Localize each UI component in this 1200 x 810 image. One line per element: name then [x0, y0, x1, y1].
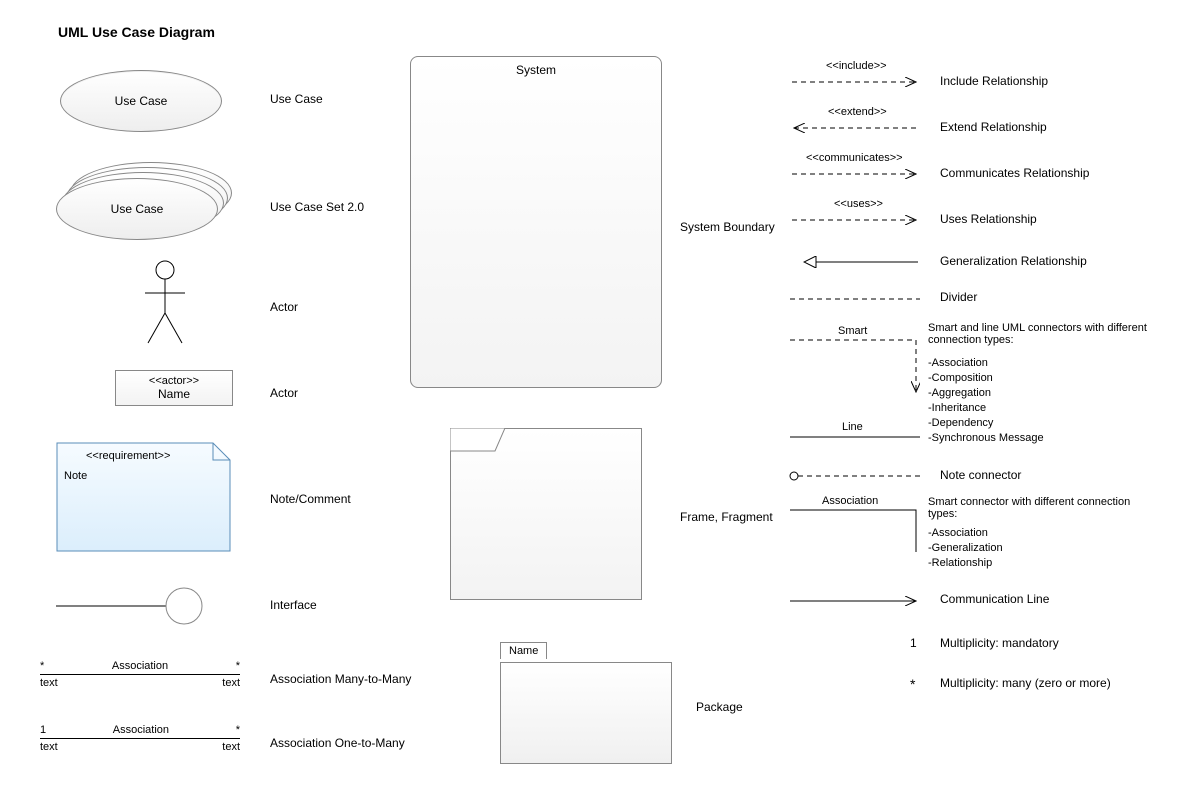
list-item: -Relationship [928, 556, 1003, 571]
mult-many-label: Multiplicity: many (zero or more) [940, 676, 1111, 690]
package: Name [500, 642, 670, 762]
mult-mandatory-label: Multiplicity: mandatory [940, 636, 1059, 650]
assoc-mm-label: Association Many-to-Many [270, 672, 411, 686]
list-item: -Association [928, 526, 1003, 541]
use-case-set-label: Use Case Set 2.0 [270, 200, 364, 214]
actor-box-label: Actor [270, 386, 298, 400]
list-item: -Composition [928, 371, 1044, 386]
frame-tab-icon [450, 428, 510, 452]
association-connector-icon [790, 502, 920, 554]
assoc-mm-starL: * [40, 660, 44, 672]
include-arrow-icon [790, 72, 920, 92]
note-label: Note/Comment [270, 492, 351, 506]
package-name: Name [500, 642, 547, 659]
communication-line-icon [790, 594, 920, 608]
assoc-om-one: 1 [40, 724, 46, 736]
mult-mandatory-symbol: 1 [910, 636, 917, 650]
actor-box: <<actor>> Name [115, 370, 233, 406]
extend-label: Extend Relationship [940, 120, 1047, 134]
assoc-conn-intro: Smart connector with different connectio… [928, 496, 1158, 520]
note-stereo: <<requirement>> [86, 450, 170, 462]
smart-intro: Smart and line UML connectors with diffe… [928, 322, 1158, 346]
assoc-om-word: Association [113, 724, 169, 736]
system-boundary-label: System Boundary [680, 220, 775, 234]
system-boundary: System [410, 56, 662, 388]
include-label: Include Relationship [940, 74, 1048, 88]
use-case-label: Use Case [270, 92, 323, 106]
actor-name: Name [124, 387, 224, 401]
note-connector-icon [788, 470, 922, 482]
line-connector-icon [790, 432, 920, 442]
assoc-one-many: 1 Association * text text [40, 724, 240, 753]
communication-line-label: Communication Line [940, 592, 1049, 606]
mult-many-symbol: * [910, 676, 915, 692]
assoc-mm-starR: * [236, 660, 240, 672]
assoc-om-star: * [236, 724, 240, 736]
system-title: System [411, 63, 661, 77]
list-item: -Dependency [928, 416, 1044, 431]
assoc-mm-textR: text [222, 677, 240, 689]
actor-stick-icon [140, 258, 190, 348]
include-stereo: <<include>> [826, 60, 887, 72]
uses-arrow-icon [790, 210, 920, 230]
list-item: -Association [928, 356, 1044, 371]
extend-arrow-icon [790, 118, 920, 138]
use-case-text: Use Case [115, 94, 168, 108]
assoc-om-textL: text [40, 741, 58, 753]
assoc-conn-types: -Association -Generalization -Relationsh… [928, 526, 1003, 571]
divider-line-icon [790, 294, 920, 304]
uses-label: Uses Relationship [940, 212, 1037, 226]
generalization-arrow-icon [790, 252, 920, 272]
diagram-canvas: UML Use Case Diagram Use Case Use Case U… [0, 0, 1200, 810]
actor-stick-label: Actor [270, 300, 298, 314]
frame-label: Frame, Fragment [680, 510, 773, 524]
extend-stereo: <<extend>> [828, 106, 887, 118]
smart-connector-icon [790, 332, 920, 400]
actor-stereo: <<actor>> [124, 375, 224, 387]
smart-types: -Association -Composition -Aggregation -… [928, 356, 1044, 446]
use-case-set: Use Case [56, 162, 232, 242]
package-label: Package [696, 700, 743, 714]
divider-label: Divider [940, 290, 977, 304]
list-item: -Generalization [928, 541, 1003, 556]
assoc-om-label: Association One-to-Many [270, 736, 405, 750]
note-connector-label: Note connector [940, 468, 1021, 482]
communicates-stereo: <<communicates>> [806, 152, 903, 164]
interface-icon [56, 586, 206, 626]
list-item: -Synchronous Message [928, 431, 1044, 446]
uses-stereo: <<uses>> [834, 198, 883, 210]
use-case-ellipse: Use Case [60, 70, 222, 132]
smart-word: Smart [838, 325, 867, 337]
assoc-conn-word: Association [822, 495, 878, 507]
assoc-om-textR: text [222, 741, 240, 753]
list-item: -Aggregation [928, 386, 1044, 401]
assoc-mm-textL: text [40, 677, 58, 689]
generalization-label: Generalization Relationship [940, 254, 1087, 268]
communicates-label: Communicates Relationship [940, 166, 1089, 180]
interface-label: Interface [270, 598, 317, 612]
list-item: -Inheritance [928, 401, 1044, 416]
page-title: UML Use Case Diagram [58, 24, 215, 40]
frame-fragment [450, 428, 642, 600]
line-word: Line [842, 421, 863, 433]
assoc-mm-word: Association [112, 660, 168, 672]
use-case-set-text: Use Case [111, 202, 164, 216]
communicates-arrow-icon [790, 164, 920, 184]
assoc-many-many: * Association * text text [40, 660, 240, 689]
note-body: Note [64, 470, 87, 482]
